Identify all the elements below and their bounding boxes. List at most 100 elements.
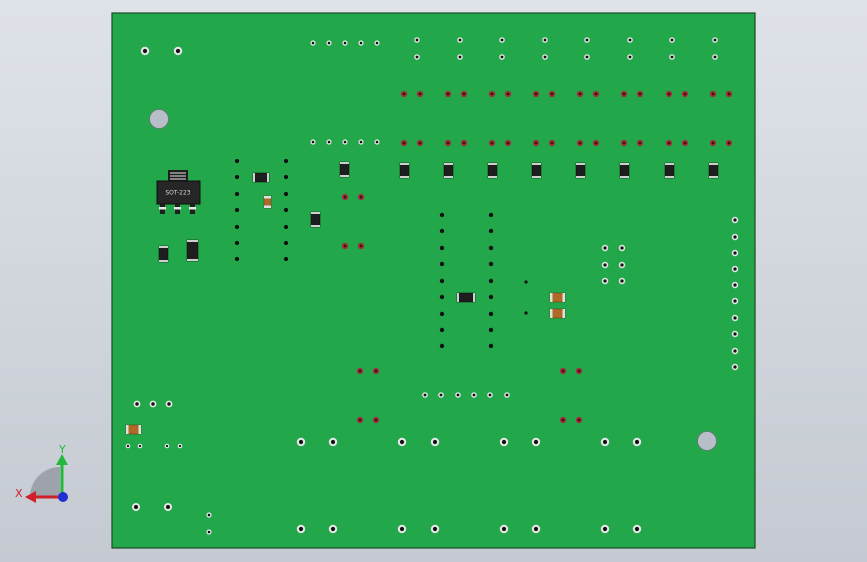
copper-pad[interactable] <box>460 139 468 147</box>
copper-pad[interactable] <box>636 90 644 98</box>
pcb-pad[interactable] <box>414 37 420 43</box>
orientation-triad[interactable]: Y X <box>15 443 68 503</box>
copper-pad[interactable] <box>575 367 583 375</box>
smd-capacitor[interactable] <box>263 195 272 209</box>
mounting-hole[interactable] <box>697 431 717 451</box>
copper-pad[interactable] <box>709 139 717 147</box>
pcb-pad[interactable] <box>206 529 212 535</box>
smd-resistor[interactable] <box>158 245 169 263</box>
pcb-pad[interactable] <box>600 437 610 447</box>
pcb-pad[interactable] <box>177 443 183 449</box>
via-hole[interactable] <box>439 261 445 267</box>
via-hole[interactable] <box>283 207 289 213</box>
copper-pad[interactable] <box>416 90 424 98</box>
copper-pad[interactable] <box>460 90 468 98</box>
pcb-pad[interactable] <box>397 524 407 534</box>
pcb-pad[interactable] <box>504 392 510 398</box>
copper-pad[interactable] <box>444 139 452 147</box>
pcb-pad[interactable] <box>731 216 739 224</box>
via-hole[interactable] <box>439 311 445 317</box>
pcb-pad[interactable] <box>342 40 348 46</box>
copper-pad[interactable] <box>576 139 584 147</box>
via-hole[interactable] <box>439 228 445 234</box>
copper-pad[interactable] <box>592 139 600 147</box>
via-hole[interactable] <box>234 224 240 230</box>
pcb-pad[interactable] <box>471 392 477 398</box>
via-hole[interactable] <box>488 228 494 234</box>
pcb-pad[interactable] <box>438 392 444 398</box>
pcb-pad[interactable] <box>206 512 212 518</box>
copper-pad[interactable] <box>488 90 496 98</box>
pcb-pad[interactable] <box>342 139 348 145</box>
pcb-pad[interactable] <box>457 37 463 43</box>
pcb-pad[interactable] <box>627 37 633 43</box>
smd-capacitor[interactable] <box>125 424 142 435</box>
via-hole[interactable] <box>283 191 289 197</box>
mounting-hole[interactable] <box>149 109 169 129</box>
copper-pad[interactable] <box>372 416 380 424</box>
pcb-pad[interactable] <box>499 37 505 43</box>
pcb-pad[interactable] <box>531 524 541 534</box>
via-hole[interactable] <box>439 294 445 300</box>
via-hole[interactable] <box>439 343 445 349</box>
via-hole[interactable] <box>234 174 240 180</box>
copper-pad[interactable] <box>548 139 556 147</box>
pcb-board[interactable] <box>111 12 756 549</box>
pcb-pad[interactable] <box>632 437 642 447</box>
pcb-pad[interactable] <box>164 503 172 511</box>
pcb-pad[interactable] <box>358 139 364 145</box>
copper-pad[interactable] <box>400 139 408 147</box>
pcb-pad[interactable] <box>374 139 380 145</box>
pcb-pad[interactable] <box>731 314 739 322</box>
copper-pad[interactable] <box>372 367 380 375</box>
copper-pad[interactable] <box>576 90 584 98</box>
pcb-pad[interactable] <box>164 443 170 449</box>
via-hole[interactable] <box>488 343 494 349</box>
pcb-pad[interactable] <box>140 46 150 56</box>
copper-pad[interactable] <box>725 90 733 98</box>
pcb-pad[interactable] <box>455 392 461 398</box>
pcb-pad[interactable] <box>499 524 509 534</box>
pcb-pad[interactable] <box>600 524 610 534</box>
pcb-pad[interactable] <box>328 524 338 534</box>
smd-resistor[interactable] <box>531 162 542 179</box>
copper-pad[interactable] <box>341 242 349 250</box>
pcb-pad[interactable] <box>731 249 739 257</box>
smd-resistor[interactable] <box>456 292 476 303</box>
pcb-pad[interactable] <box>132 503 140 511</box>
via-hole[interactable] <box>283 174 289 180</box>
via-hole[interactable] <box>234 240 240 246</box>
pcb-pad[interactable] <box>712 54 718 60</box>
via-hole[interactable] <box>234 191 240 197</box>
pcb-pad[interactable] <box>669 37 675 43</box>
via-hole[interactable] <box>439 278 445 284</box>
smd-resistor[interactable] <box>619 162 630 179</box>
copper-pad[interactable] <box>681 139 689 147</box>
smd-resistor[interactable] <box>310 211 321 228</box>
pcb-pad[interactable] <box>487 392 493 398</box>
via-hole[interactable] <box>488 327 494 333</box>
smd-resistor[interactable] <box>186 239 199 262</box>
pcb-model-view[interactable]: SOT-223 Y X <box>0 0 867 562</box>
pcb-pad[interactable] <box>397 437 407 447</box>
smd-resistor[interactable] <box>664 162 675 179</box>
copper-pad[interactable] <box>416 139 424 147</box>
copper-pad[interactable] <box>400 90 408 98</box>
via-hole[interactable] <box>488 212 494 218</box>
smd-capacitor[interactable] <box>549 292 566 303</box>
via-hole[interactable] <box>234 158 240 164</box>
pcb-pad[interactable] <box>731 297 739 305</box>
pcb-pad[interactable] <box>669 54 675 60</box>
copper-pad[interactable] <box>488 139 496 147</box>
pcb-pad[interactable] <box>326 139 332 145</box>
copper-pad[interactable] <box>620 139 628 147</box>
copper-pad[interactable] <box>592 90 600 98</box>
smd-resistor[interactable] <box>252 172 270 183</box>
smd-resistor[interactable] <box>575 162 586 179</box>
via-hole[interactable] <box>439 245 445 251</box>
via-hole[interactable] <box>283 224 289 230</box>
smd-resistor[interactable] <box>708 162 719 179</box>
copper-pad[interactable] <box>357 193 365 201</box>
copper-pad[interactable] <box>532 90 540 98</box>
copper-pad[interactable] <box>356 367 364 375</box>
